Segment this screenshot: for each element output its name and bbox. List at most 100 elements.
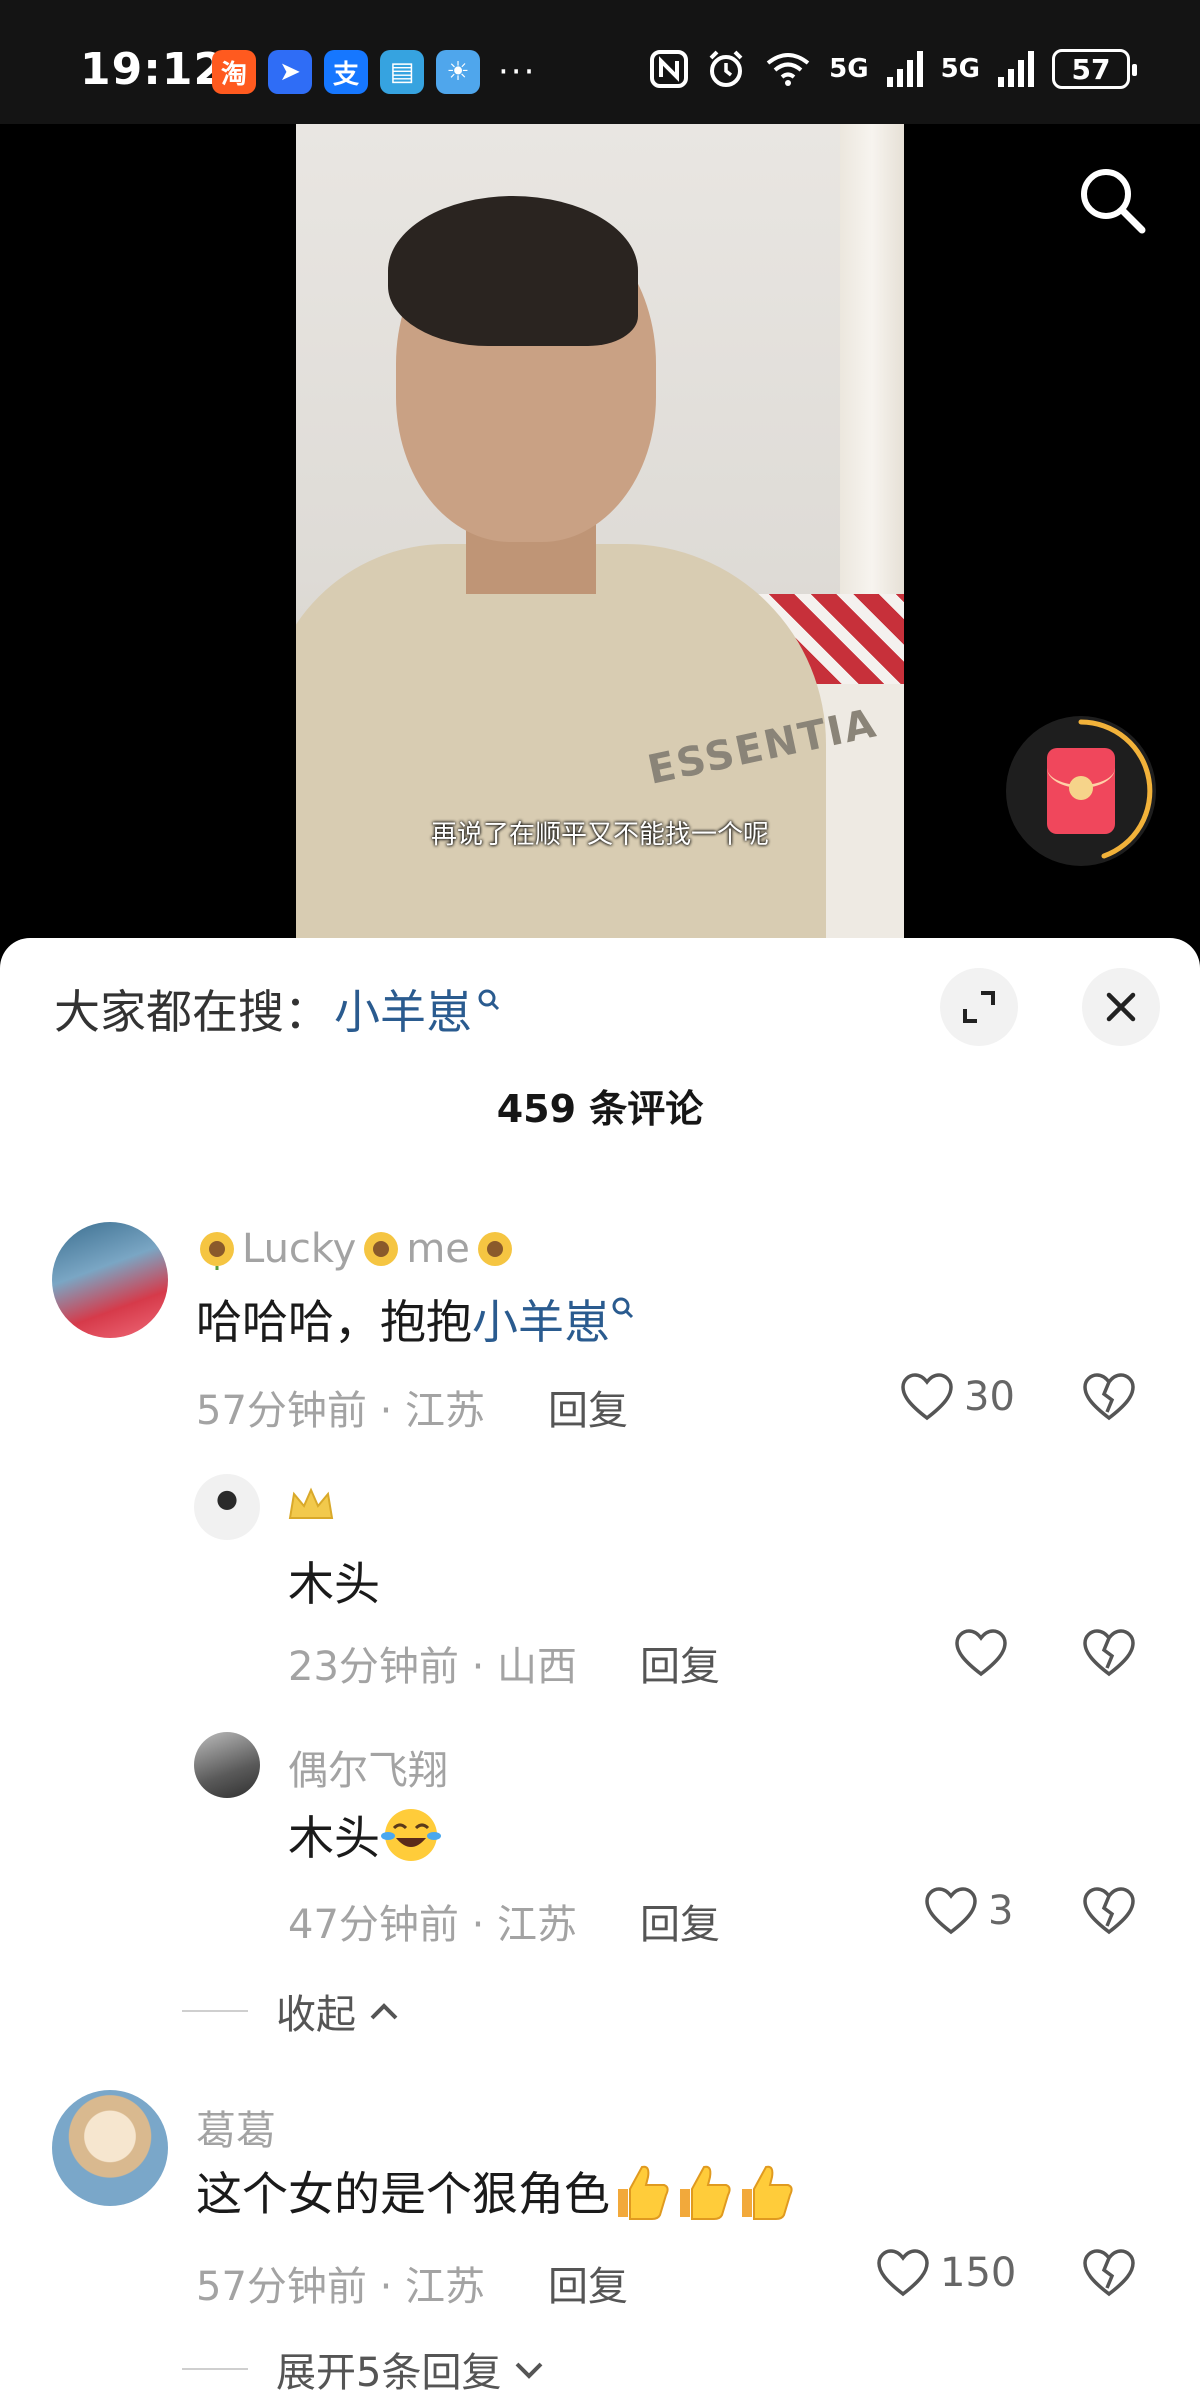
feishu-icon: ➤ xyxy=(268,50,312,94)
nfc-icon xyxy=(650,50,689,88)
avatar[interactable] xyxy=(194,1474,260,1540)
mini-search-icon xyxy=(612,1297,634,1319)
comment-username[interactable]: Lucky me xyxy=(196,1226,516,1272)
taobao-icon: 淘 xyxy=(212,50,256,94)
video-background-curtain xyxy=(840,124,904,644)
heart-outline-icon xyxy=(925,1887,977,1935)
like-button[interactable]: 30 xyxy=(900,1372,1015,1422)
like-button[interactable]: 3 xyxy=(924,1886,1013,1936)
reply-button[interactable]: 回复 xyxy=(548,2254,628,2312)
comment-text: 哈哈哈，抱抱 小羊崽 xyxy=(196,1286,636,1352)
dislike-button[interactable] xyxy=(1082,1628,1136,1682)
reply-button[interactable]: 回复 xyxy=(548,1378,628,1436)
reader-icon: ▤ xyxy=(380,50,424,94)
dislike-button[interactable] xyxy=(1082,2248,1136,2302)
comment-text-body: 哈哈哈，抱抱 xyxy=(196,1295,472,1349)
search-icon xyxy=(1081,169,1146,234)
network-type-2: 5G xyxy=(940,54,980,84)
heart-outline-icon xyxy=(901,1373,953,1421)
reply-button[interactable]: 回复 xyxy=(640,1634,720,1692)
chevron-down-icon xyxy=(516,2362,543,2379)
thumbs-up-emoji-icon xyxy=(618,2165,669,2220)
comment-text-body: 这个女的是个狠角色 xyxy=(196,2167,610,2221)
video-person-hair xyxy=(388,196,638,346)
sunflower-icon xyxy=(364,1232,399,1266)
comment-time-location: 57分钟前 · 江苏 xyxy=(196,2264,486,2310)
comment-count: 459 条评论 xyxy=(496,1087,704,1131)
collapse-label: 收起 xyxy=(276,1992,356,2038)
alipay-icon: 支 xyxy=(324,50,368,94)
trending-keyword-link[interactable]: 小羊崽 xyxy=(334,976,472,1042)
like-count: 3 xyxy=(988,1888,1014,1934)
reply-text-body: 木头 xyxy=(288,1811,380,1865)
trending-label: 大家都在搜： xyxy=(54,985,330,1039)
reply-time-location: 23分钟前 · 山西 xyxy=(288,1644,578,1690)
wifi-icon xyxy=(766,53,810,86)
weather-icon: ☀ xyxy=(436,50,480,94)
red-packet-coin xyxy=(1069,776,1093,800)
like-button[interactable]: 150 xyxy=(876,2248,1016,2298)
video-subtitle: 再说了在顺平又不能找一个呢 xyxy=(430,820,769,850)
more-notifications-icon: ··· xyxy=(498,52,537,92)
chevron-up-icon xyxy=(370,2003,398,2020)
username-suffix-text: me xyxy=(406,1226,470,1272)
dislike-button[interactable] xyxy=(1082,1372,1136,1426)
heart-outline-icon xyxy=(877,2249,929,2297)
reply-text: 木头 xyxy=(288,1557,380,1611)
laughing-tears-emoji-icon xyxy=(381,1809,441,1861)
reply-button[interactable]: 回复 xyxy=(640,1892,720,1950)
comment-keyword-link[interactable]: 小羊崽 xyxy=(472,1286,610,1352)
like-count: 30 xyxy=(964,1374,1015,1420)
mini-search-icon xyxy=(478,989,500,1011)
reply-text: 木头 xyxy=(288,1802,442,1868)
video-frame[interactable]: ESSENTIA 再说了在顺平又不能找一个呢 xyxy=(296,124,904,944)
comment-text: 这个女的是个狠角色 xyxy=(196,2158,796,2224)
signal-icon xyxy=(886,51,923,87)
video-player[interactable]: ESSENTIA 再说了在顺平又不能找一个呢 xyxy=(0,124,1200,944)
thumbs-up-emoji-icon xyxy=(742,2165,793,2220)
crown-icon xyxy=(288,1487,334,1519)
divider-line xyxy=(182,2368,248,2370)
battery-indicator: 57 xyxy=(1052,49,1137,89)
expand-replies-button[interactable]: 展开5条回复 xyxy=(182,2340,549,2398)
like-button[interactable] xyxy=(954,1628,1018,1678)
reply-username[interactable]: 偶尔飞翔 xyxy=(288,1738,448,1796)
expand-sheet-button[interactable] xyxy=(940,968,1018,1046)
comment-username[interactable]: 葛葛 xyxy=(196,2098,276,2156)
reply-time-location: 47分钟前 · 江苏 xyxy=(288,1902,578,1948)
heart-outline-icon xyxy=(955,1629,1007,1677)
dislike-button[interactable] xyxy=(1082,1886,1136,1940)
divider-line xyxy=(182,2010,248,2012)
notification-icons: 淘 ➤ 支 ▤ ☀ ··· xyxy=(212,50,536,94)
like-count: 150 xyxy=(940,2250,1017,2296)
signal-icon xyxy=(998,51,1034,87)
thumbs-up-emoji-icon xyxy=(680,2165,731,2220)
status-time: 19:12 xyxy=(80,44,226,95)
avatar[interactable] xyxy=(194,1732,260,1798)
system-indicators: 5G 5G 57 xyxy=(649,48,1137,90)
username-text: Lucky xyxy=(242,1226,357,1272)
network-type-1: 5G xyxy=(829,54,869,84)
alarm-icon xyxy=(709,50,743,87)
avatar[interactable] xyxy=(52,1222,168,1338)
search-button[interactable] xyxy=(1072,160,1152,240)
close-icon xyxy=(1106,992,1136,1022)
trending-search-bar[interactable]: 大家都在搜： 小羊崽 xyxy=(54,976,502,1042)
broken-heart-icon xyxy=(1083,1887,1135,1935)
broken-heart-icon xyxy=(1083,1629,1135,1677)
collapse-replies-button[interactable]: 收起 xyxy=(182,1982,404,2040)
expand-label: 展开5条回复 xyxy=(276,2350,502,2396)
broken-heart-icon xyxy=(1083,2249,1135,2297)
red-packet-icon xyxy=(1047,748,1115,834)
sunflower-icon xyxy=(477,1232,512,1266)
sunflower-icon xyxy=(200,1232,234,1270)
avatar[interactable] xyxy=(52,2090,168,2206)
broken-heart-icon xyxy=(1083,1373,1135,1421)
status-bar: 19:12 淘 ➤ 支 ▤ ☀ ··· 5G 5G 57 xyxy=(0,0,1200,124)
expand-icon xyxy=(963,991,995,1023)
reply-username[interactable] xyxy=(286,1484,340,1524)
close-sheet-button[interactable] xyxy=(1082,968,1160,1046)
battery-level: 57 xyxy=(1071,52,1111,86)
comment-time-location: 57分钟前 · 江苏 xyxy=(196,1388,486,1434)
red-packet-button[interactable] xyxy=(1006,716,1156,866)
